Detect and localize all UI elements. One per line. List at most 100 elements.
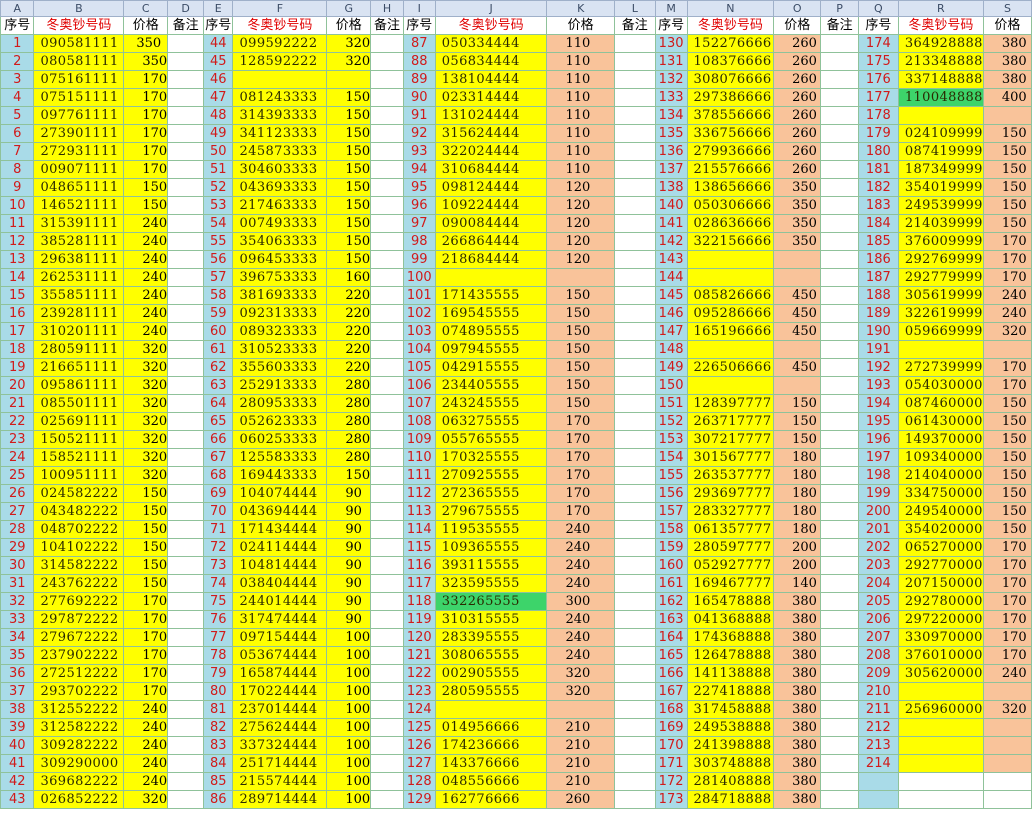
cell-code[interactable]: 281408888 <box>686 772 775 791</box>
cell-price[interactable]: 320 <box>123 448 169 467</box>
cell-seq[interactable]: 173 <box>654 790 688 809</box>
cell-note[interactable] <box>820 520 859 539</box>
cell-price[interactable]: 240 <box>123 250 169 269</box>
cell-code[interactable]: 126478888 <box>686 646 775 665</box>
cell-code[interactable]: 218684444 <box>434 250 548 269</box>
cell-code[interactable]: 252913333 <box>232 376 328 395</box>
cell-note[interactable] <box>370 322 404 341</box>
cell-seq[interactable]: 44 <box>203 34 234 53</box>
cell-note[interactable] <box>820 268 859 287</box>
cell-note[interactable] <box>167 394 205 413</box>
cell-code[interactable]: 215576666 <box>686 160 775 179</box>
cell-code[interactable]: 097154444 <box>232 628 328 647</box>
cell-note[interactable] <box>820 700 859 719</box>
cell-seq[interactable]: 111 <box>402 466 436 485</box>
cell-price[interactable] <box>982 340 1032 359</box>
cell-code[interactable] <box>434 700 548 719</box>
cell-note[interactable] <box>613 196 656 215</box>
cell-price[interactable]: 150 <box>546 286 615 305</box>
cell-price[interactable]: 320 <box>546 682 615 701</box>
cell-seq[interactable]: 94 <box>402 160 436 179</box>
cell-seq[interactable]: 99 <box>402 250 436 269</box>
cell-price[interactable]: 150 <box>982 124 1032 143</box>
cell-code[interactable]: 279675555 <box>434 502 548 521</box>
cell-note[interactable] <box>820 376 859 395</box>
cell-code[interactable]: 364928888 <box>897 34 984 53</box>
cell-note[interactable] <box>613 322 656 341</box>
cell-note[interactable] <box>370 736 404 755</box>
cell-price[interactable]: 90 <box>326 502 372 521</box>
cell-seq[interactable]: 63 <box>203 376 234 395</box>
cell-code[interactable]: 354020000 <box>897 520 984 539</box>
cell-price[interactable]: 100 <box>326 790 372 809</box>
cell-price[interactable]: 380 <box>773 610 822 629</box>
cell-price[interactable]: 260 <box>773 34 822 53</box>
cell-code[interactable]: 138656666 <box>686 178 775 197</box>
cell-price[interactable]: 170 <box>982 556 1032 575</box>
cell-code[interactable]: 279936666 <box>686 142 775 161</box>
cell-note[interactable] <box>820 466 859 485</box>
cell-note[interactable] <box>167 592 205 611</box>
cell-price[interactable]: 150 <box>123 574 169 593</box>
cell-price[interactable] <box>982 106 1032 125</box>
cell-code[interactable]: 097761111 <box>33 106 125 125</box>
cell-seq[interactable]: 133 <box>654 88 688 107</box>
cell-seq[interactable]: 152 <box>654 412 688 431</box>
cell-seq[interactable]: 187 <box>857 268 899 287</box>
cell-seq[interactable]: 201 <box>857 520 899 539</box>
cell-seq[interactable]: 148 <box>654 340 688 359</box>
cell-price[interactable]: 350 <box>773 196 822 215</box>
column-header-b[interactable]: B <box>33 0 125 17</box>
cell-seq[interactable]: 136 <box>654 142 688 161</box>
cell-seq[interactable]: 166 <box>654 664 688 683</box>
cell-note[interactable] <box>613 592 656 611</box>
cell-seq[interactable]: 103 <box>402 322 436 341</box>
cell-code[interactable]: 312582222 <box>33 718 125 737</box>
cell-seq[interactable]: 180 <box>857 142 899 161</box>
cell-seq[interactable]: 202 <box>857 538 899 557</box>
cell-note[interactable] <box>167 538 205 557</box>
cell-code[interactable]: 104814444 <box>232 556 328 575</box>
cell-code[interactable]: 244014444 <box>232 592 328 611</box>
cell-price[interactable]: 170 <box>123 628 169 647</box>
cell-note[interactable] <box>820 682 859 701</box>
cell-note[interactable] <box>370 304 404 323</box>
cell-note[interactable] <box>370 250 404 269</box>
column-header-h[interactable]: H <box>370 0 404 17</box>
cell-note[interactable] <box>613 250 656 269</box>
cell-price[interactable]: 260 <box>773 124 822 143</box>
cell-seq[interactable]: 69 <box>203 484 234 503</box>
cell-code[interactable]: 169545555 <box>434 304 548 323</box>
cell-note[interactable] <box>370 520 404 539</box>
cell-code[interactable]: 273901111 <box>33 124 125 143</box>
cell-code[interactable]: 369682222 <box>33 772 125 791</box>
cell-price[interactable]: 320 <box>123 412 169 431</box>
cell-price[interactable]: 150 <box>123 502 169 521</box>
cell-code[interactable]: 272365555 <box>434 484 548 503</box>
cell-price[interactable]: 400 <box>982 88 1032 107</box>
cell-seq[interactable]: 45 <box>203 52 234 71</box>
cell-seq[interactable]: 22 <box>0 412 35 431</box>
cell-note[interactable] <box>370 412 404 431</box>
cell-code[interactable]: 376009999 <box>897 232 984 251</box>
cell-price[interactable]: 150 <box>326 196 372 215</box>
cell-note[interactable] <box>613 556 656 575</box>
cell-code[interactable] <box>232 70 328 89</box>
cell-seq[interactable]: 209 <box>857 664 899 683</box>
cell-price[interactable]: 170 <box>123 88 169 107</box>
cell-note[interactable] <box>370 286 404 305</box>
cell-code[interactable]: 263717777 <box>686 412 775 431</box>
cell-code[interactable]: 050306666 <box>686 196 775 215</box>
cell-seq[interactable]: 205 <box>857 592 899 611</box>
cell-code[interactable]: 310684444 <box>434 160 548 179</box>
cell-note[interactable] <box>820 592 859 611</box>
cell-note[interactable] <box>167 358 205 377</box>
cell-price[interactable]: 240 <box>546 556 615 575</box>
cell-note[interactable] <box>167 682 205 701</box>
cell-code[interactable]: 277692222 <box>33 592 125 611</box>
cell-code[interactable]: 061430000 <box>897 412 984 431</box>
cell-note[interactable] <box>613 430 656 449</box>
cell-code[interactable]: 050334444 <box>434 34 548 53</box>
cell-seq[interactable]: 96 <box>402 196 436 215</box>
cell-note[interactable] <box>613 538 656 557</box>
